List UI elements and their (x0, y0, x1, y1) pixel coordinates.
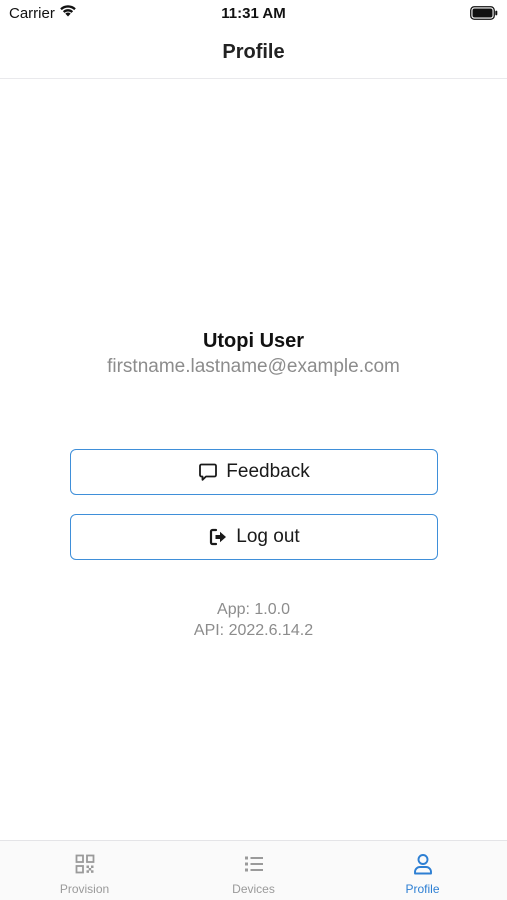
status-time: 11:31 AM (221, 5, 286, 22)
sign-out-icon (208, 527, 228, 547)
page-title: Profile (222, 41, 285, 63)
api-version: API: 2022.6.14.2 (193, 622, 314, 639)
feedback-button[interactable]: Feedback (70, 449, 438, 495)
user-icon (413, 852, 433, 876)
user-name: Utopi User (202, 330, 305, 352)
list-icon (244, 852, 264, 876)
chat-bubble-icon (198, 462, 218, 482)
status-bar: Carrier 11:31 AM (0, 0, 507, 30)
battery-icon (470, 6, 498, 20)
tab-devices[interactable]: Devices (169, 841, 338, 900)
user-email: firstname.lastname@example.com (107, 356, 400, 377)
tab-profile-label: Profile (405, 882, 440, 896)
tab-devices-label: Devices (232, 882, 275, 896)
tab-profile[interactable]: Profile (338, 841, 507, 900)
logout-button[interactable]: Log out (70, 514, 438, 560)
navigation-bar: Profile (0, 30, 507, 79)
profile-screen: Carrier 11:31 AM Profile Utopi User firs… (0, 0, 507, 900)
feedback-button-label: Feedback (226, 461, 310, 482)
tab-bar: Provision Devices Profile (0, 840, 507, 900)
tab-provision[interactable]: Provision (0, 841, 169, 900)
app-version: App: 1.0.0 (217, 601, 290, 618)
tab-provision-label: Provision (59, 882, 110, 896)
qr-code-icon (75, 852, 95, 876)
logout-button-label: Log out (236, 526, 300, 547)
